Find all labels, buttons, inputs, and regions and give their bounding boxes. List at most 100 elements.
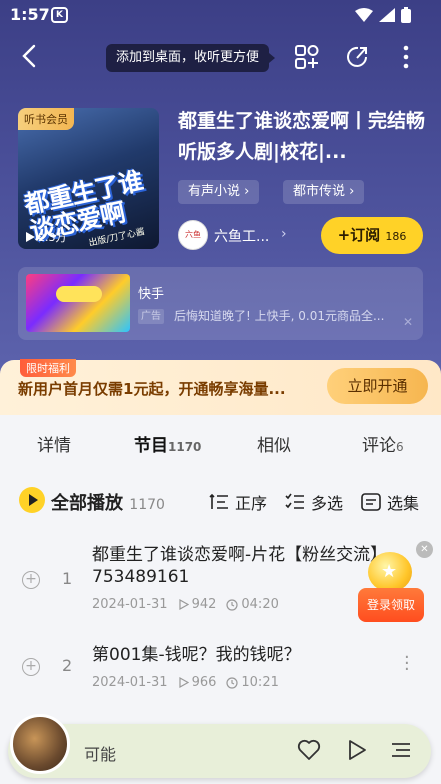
- episode-duration: 04:20: [226, 597, 279, 612]
- back-arrow-icon[interactable]: [18, 44, 42, 68]
- add-to-playlist-icon[interactable]: +: [22, 658, 40, 676]
- chevron-right-icon: ›: [281, 226, 287, 242]
- tab-episodes[interactable]: 节目1170: [134, 431, 202, 460]
- subscribe-label: +订阅: [337, 226, 381, 244]
- cover-play-count: 2.3万: [26, 229, 67, 245]
- album-header: 1:57 K 添加到桌面，收听更方便 听书会员 都重生了谁谈恋爱啊 出版/刀了心…: [0, 0, 441, 380]
- multi-select-button[interactable]: 多选: [285, 490, 343, 514]
- vip-badge: 听书会员: [18, 108, 74, 130]
- tag-urban-legend[interactable]: 都市传说 ›: [283, 180, 365, 204]
- plays-value: 942: [191, 597, 217, 612]
- tab-count: 6: [396, 440, 404, 454]
- sort-icon: [209, 493, 228, 509]
- duration-value: 10:21: [241, 675, 279, 690]
- tab-label: 节目: [134, 436, 168, 456]
- episode-plays: 942: [178, 597, 217, 612]
- close-icon[interactable]: ✕: [416, 541, 433, 558]
- subscribe-button[interactable]: +订阅 186: [321, 217, 423, 254]
- sort-order-button[interactable]: 正序: [209, 490, 267, 514]
- playlist-icon[interactable]: [389, 738, 413, 762]
- checklist-icon: [285, 493, 304, 509]
- status-bar: 1:57 K: [0, 0, 441, 30]
- play-count-icon: [26, 232, 35, 242]
- ad-banner[interactable]: 快手 广告 后悔知道晚了! 上快手, 0.01元商品全... ✕: [18, 267, 423, 340]
- episode-date: 2024-01-31: [92, 597, 168, 612]
- login-reward-float[interactable]: 登录领取 ✕: [358, 541, 433, 622]
- multi-select-label: 多选: [311, 494, 344, 513]
- episode-number: 1: [62, 569, 73, 588]
- clock-icon: [226, 598, 238, 611]
- album-cover[interactable]: 听书会员 都重生了谁谈恋爱啊 出版/刀了心酱 2.3万: [18, 108, 159, 249]
- promo-badge: 限时福利: [20, 359, 76, 377]
- author-name[interactable]: 六鱼工...: [214, 226, 269, 246]
- battery-icon: [401, 7, 411, 23]
- add-to-playlist-icon[interactable]: +: [22, 571, 40, 589]
- more-vertical-icon[interactable]: [396, 44, 416, 70]
- content-tabs: 详情 节目1170 相似 评论6: [0, 415, 441, 473]
- clock-icon: [226, 676, 238, 689]
- tab-label: 相似: [257, 436, 291, 456]
- tab-label: 详情: [37, 436, 71, 456]
- episode-meta: 2024-01-31 966 10:21: [92, 675, 279, 690]
- play-all-button[interactable]: 全部播放 1170: [51, 489, 165, 515]
- select-episodes-button[interactable]: 选集: [361, 490, 419, 514]
- episode-duration: 10:21: [226, 675, 279, 690]
- wifi-icon: [355, 8, 373, 22]
- open-vip-button[interactable]: 立即开通: [327, 368, 428, 404]
- play-icon[interactable]: [346, 738, 368, 762]
- episode-row[interactable]: + 2 第001集-钱呢？我的钱呢？ 2024-01-31 966 10:21 …: [0, 635, 441, 705]
- heart-icon[interactable]: [297, 738, 321, 762]
- player-cover[interactable]: [10, 714, 70, 774]
- episode-number: 2: [62, 656, 73, 675]
- album-title: 都重生了谁谈恋爱啊丨完结畅听版多人剧|校花|...: [178, 110, 426, 163]
- mini-player[interactable]: 可能: [8, 714, 431, 778]
- episode-title: 第001集-钱呢？我的钱呢？: [92, 645, 301, 665]
- tag-label: 都市传说: [293, 184, 346, 199]
- play-all-icon[interactable]: [19, 487, 45, 513]
- select-episodes-label: 选集: [387, 494, 420, 513]
- promo-text: 新用户首月仅需1元起，开通畅享海量...: [18, 380, 286, 398]
- tab-comments[interactable]: 评论6: [362, 431, 404, 456]
- add-to-desktop-tooltip[interactable]: 添加到桌面，收听更方便: [106, 44, 276, 72]
- ad-label: 广告: [138, 309, 164, 324]
- ad-brand: 快手: [138, 287, 165, 302]
- more-vertical-icon[interactable]: · · ·: [404, 649, 410, 679]
- episode-title: 都重生了谁谈恋爱啊-片花【粉丝交流】753489161: [92, 545, 379, 587]
- ad-text: 后悔知道晚了! 上快手, 0.01元商品全...: [174, 309, 385, 323]
- tab-label: 评论: [362, 436, 396, 456]
- player-title: 可能: [84, 745, 117, 764]
- share-icon[interactable]: [344, 44, 370, 70]
- top-nav: 添加到桌面，收听更方便: [0, 38, 441, 78]
- play-count-value: 2.3万: [38, 231, 67, 244]
- tab-details[interactable]: 详情: [37, 431, 71, 456]
- add-to-desktop-icon[interactable]: [294, 44, 320, 70]
- chevron-right-icon: ›: [244, 184, 250, 199]
- sort-label: 正序: [235, 494, 268, 513]
- tag-audio-novel[interactable]: 有声小说 ›: [178, 180, 260, 204]
- episode-toolbar: 全部播放 1170 正序 多选 选集: [0, 480, 441, 520]
- plays-value: 966: [191, 675, 217, 690]
- episode-date: 2024-01-31: [92, 675, 168, 690]
- close-icon[interactable]: ✕: [403, 315, 413, 329]
- status-time: 1:57: [10, 5, 50, 24]
- episode-meta: 2024-01-31 942 04:20: [92, 597, 279, 612]
- subscribe-count: 186: [385, 230, 407, 243]
- play-count-icon: [178, 599, 189, 610]
- duration-value: 04:20: [241, 597, 279, 612]
- login-claim-button[interactable]: 登录领取: [358, 588, 424, 622]
- play-count-icon: [178, 677, 189, 688]
- play-all-count: 1170: [129, 497, 165, 513]
- ad-image: [26, 274, 130, 332]
- episode-list-icon: [361, 493, 381, 511]
- episode-plays: 966: [178, 675, 217, 690]
- coin-icon: [368, 552, 412, 592]
- app-notification-icon: K: [51, 7, 68, 23]
- tab-count: 1170: [168, 440, 202, 454]
- chevron-right-icon: ›: [349, 184, 355, 199]
- tag-label: 有声小说: [188, 184, 241, 199]
- play-all-label: 全部播放: [51, 493, 123, 514]
- author-avatar[interactable]: 六鱼: [178, 220, 208, 250]
- vip-promo-bar[interactable]: 限时福利 新用户首月仅需1元起，开通畅享海量... 立即开通: [0, 359, 441, 415]
- signal-icon: [379, 8, 395, 22]
- tab-similar[interactable]: 相似: [257, 431, 291, 456]
